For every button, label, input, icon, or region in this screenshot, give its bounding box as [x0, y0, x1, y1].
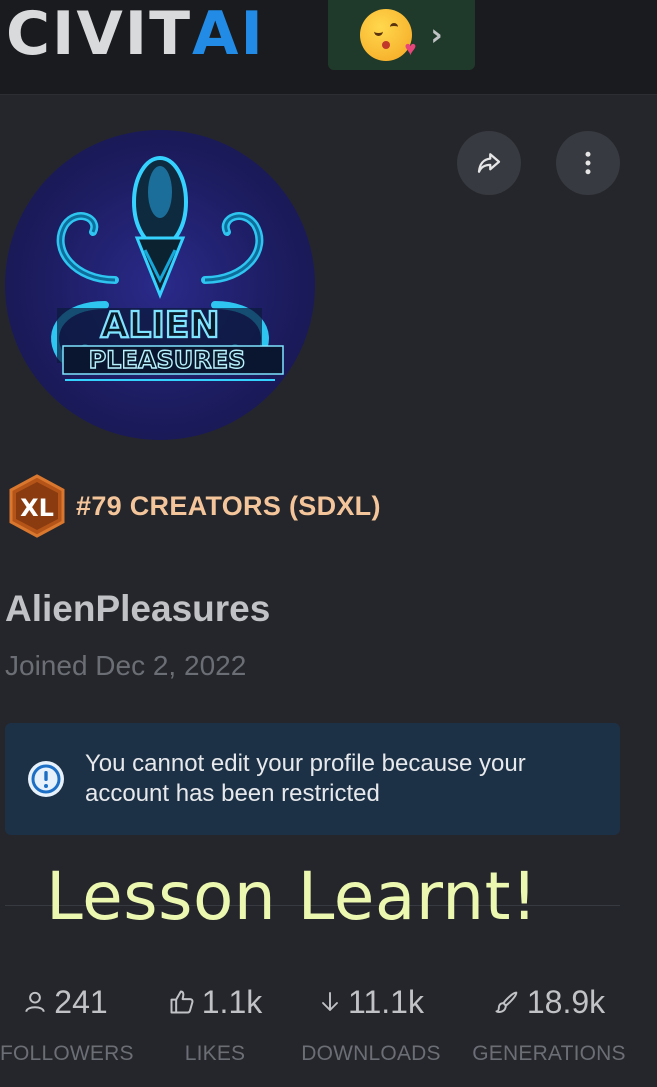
- profile-stats: 241 FOLLOWERS 1.1k LIKES 11.1k DOWNLOADS…: [0, 980, 657, 1070]
- alien-pleasures-logo-image: ALIEN PLEASURES: [51, 156, 284, 381]
- stat-label: GENERATIONS: [472, 1042, 626, 1065]
- chevron-right-icon: ›: [430, 17, 443, 53]
- face-blowing-kiss-icon: ♥: [360, 9, 416, 61]
- overlay-caption: Lesson Learnt!: [46, 858, 538, 935]
- user-icon: [25, 991, 45, 1013]
- stat-label: DOWNLOADS: [301, 1042, 441, 1065]
- stat-value: 11.1k: [348, 983, 424, 1020]
- rank-text: #79 CREATORS (SDXL): [76, 490, 381, 521]
- brush-icon: [495, 991, 518, 1013]
- dots-vertical-icon: [585, 151, 591, 175]
- stat-value: 241: [54, 983, 108, 1020]
- logo-text-civit: CIVIT: [6, 0, 193, 69]
- stat-label: FOLLOWERS: [0, 1042, 134, 1065]
- more-options-button[interactable]: [556, 131, 620, 195]
- rank-badge-label: XL: [20, 494, 54, 522]
- username: AlienPleasures: [5, 588, 271, 629]
- joined-date: Joined Dec 2, 2022: [5, 650, 247, 681]
- thumb-up-icon: [170, 990, 194, 1014]
- stat-label: LIKES: [184, 1042, 246, 1065]
- stat-downloads[interactable]: 11.1k DOWNLOADS: [298, 980, 444, 1066]
- stat-value: 18.9k: [526, 983, 606, 1020]
- share-icon: [477, 153, 501, 173]
- arrow-down-icon: [322, 992, 338, 1011]
- creator-rank[interactable]: XL #79 CREATORS (SDXL): [8, 474, 381, 538]
- stat-likes[interactable]: 1.1k LIKES: [150, 980, 280, 1066]
- restricted-alert: You cannot edit your profile because you…: [5, 723, 620, 835]
- emoji-menu-button[interactable]: ♥ ›: [328, 0, 475, 70]
- avatar: ALIEN PLEASURES: [5, 130, 315, 440]
- share-button[interactable]: [457, 131, 521, 195]
- alert-message: You cannot edit your profile because you…: [85, 750, 526, 807]
- top-header: CIVIT AI ♥ ›: [0, 0, 657, 95]
- stat-followers[interactable]: 241 FOLLOWERS: [0, 980, 134, 1066]
- stat-value: 1.1k: [201, 983, 263, 1020]
- avatar-logo-line1: ALIEN: [101, 305, 220, 346]
- stat-generations[interactable]: 18.9k GENERATIONS: [470, 980, 628, 1066]
- civitai-logo[interactable]: CIVIT AI: [6, 2, 265, 66]
- logo-text-ai: AI: [192, 0, 265, 69]
- avatar-logo-line2: PLEASURES: [89, 346, 246, 374]
- xl-rank-badge-icon: XL: [9, 474, 65, 538]
- info-circle-icon: [28, 761, 64, 797]
